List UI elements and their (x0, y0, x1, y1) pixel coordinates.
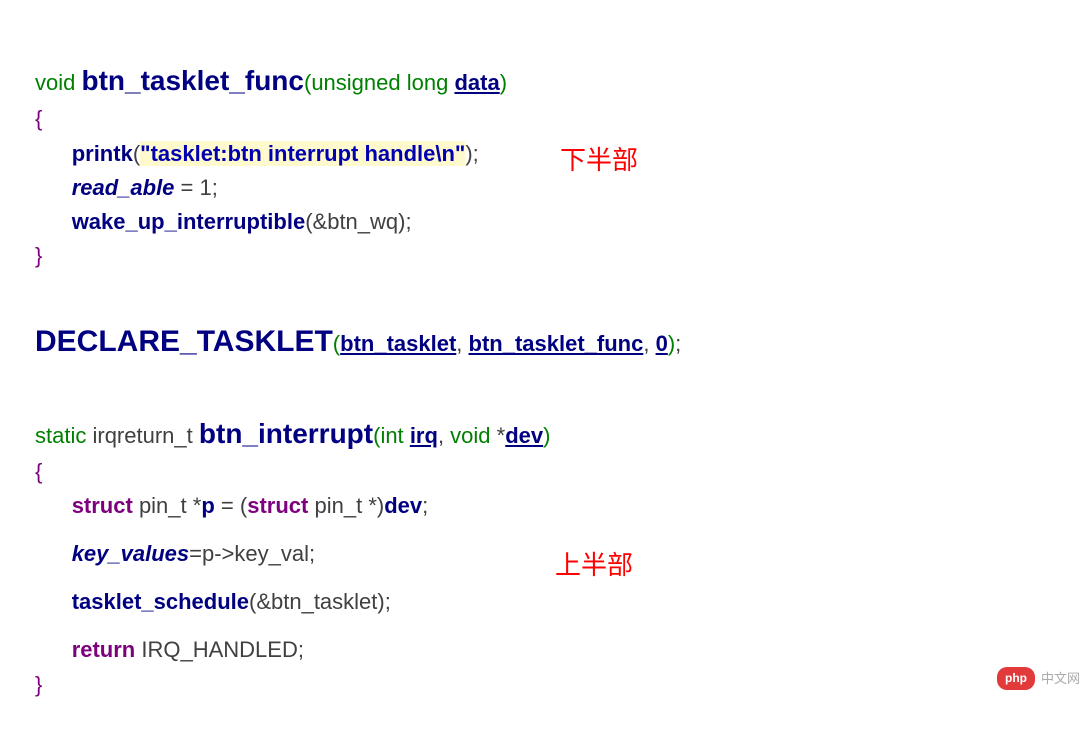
annotation-top-half: 上半部 (555, 545, 633, 585)
brace-close: } (35, 243, 42, 268)
decl-arg1: btn_tasklet (340, 331, 456, 356)
decl-arg3: 0 (656, 331, 668, 356)
keyword-void-2: void (450, 423, 490, 448)
watermark-badge: php (997, 667, 1035, 690)
keyword-static: static (35, 423, 86, 448)
brace-open-2: { (35, 459, 42, 484)
keyword-return: return (72, 637, 136, 662)
keyword-struct-2: struct (247, 493, 308, 518)
keyword-unsigned-long: unsigned long (311, 70, 448, 95)
function-name-2: btn_interrupt (199, 418, 373, 449)
btn-tasklet-arg: btn_tasklet (271, 589, 377, 614)
read-able-var: read_able (72, 175, 175, 200)
param-data: data (454, 70, 499, 95)
keyword-void: void (35, 70, 75, 95)
pin-t-cast: pin_t (314, 493, 362, 518)
param-dev: dev (505, 423, 543, 448)
number-one: 1 (200, 175, 212, 200)
var-dev: dev (384, 493, 422, 518)
string-literal: "tasklet:btn interrupt handle\n" (140, 141, 465, 166)
paren-close: ) (500, 70, 507, 95)
declare-tasklet-macro: DECLARE_TASKLET (35, 325, 333, 358)
code-block: void btn_tasklet_func(unsigned long data… (35, 25, 1045, 748)
brace-open: { (35, 106, 42, 131)
key-values-var: key_values (72, 541, 189, 566)
keyword-struct: struct (72, 493, 133, 518)
irq-handled: IRQ_HANDLED (141, 637, 297, 662)
assign: = (174, 175, 199, 200)
declare-tasklet-line: DECLARE_TASKLET(btn_tasklet, btn_tasklet… (35, 319, 1045, 366)
decl-arg2: btn_tasklet_func (469, 331, 644, 356)
keyword-int: int (380, 423, 403, 448)
annotation-bottom-half: 下半部 (560, 140, 638, 180)
brace-close-2: } (35, 672, 42, 697)
watermark-text: 中文网 (1041, 669, 1080, 689)
paren: ); (465, 141, 478, 166)
printk-call: printk (72, 141, 133, 166)
var-p: p (201, 493, 214, 518)
function-name: btn_tasklet_func (81, 65, 304, 96)
irqreturn-type: irqreturn_t (92, 423, 192, 448)
pin-t-type: pin_t (139, 493, 187, 518)
p-arrow-key-val: p->key_val (202, 541, 309, 566)
param-irq: irq (410, 423, 438, 448)
btn-wq-arg: btn_wq (327, 209, 398, 234)
wake-up-call: wake_up_interruptible (72, 209, 306, 234)
function-btn-interrupt: static irqreturn_t btn_interrupt(int irq… (35, 412, 1045, 702)
function-btn-tasklet-func: void btn_tasklet_func(unsigned long data… (35, 59, 1045, 273)
tasklet-schedule-call: tasklet_schedule (72, 589, 249, 614)
watermark: php 中文网 (997, 667, 1080, 690)
